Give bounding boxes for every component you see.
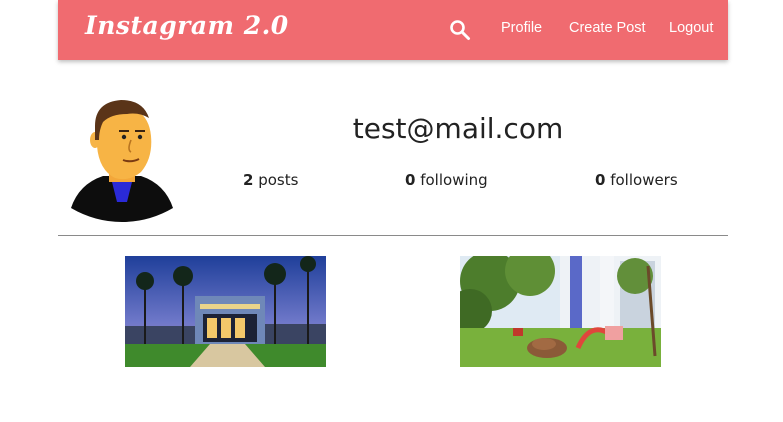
nav-create-post-link[interactable]: Create Post [569, 20, 646, 36]
navbar: Instagram 2.0 Profile Create Post Logout [58, 0, 728, 60]
following-count: 0 [405, 171, 416, 189]
stat-posts: 2 posts [243, 171, 298, 189]
nav-logout-link[interactable]: Logout [669, 20, 713, 36]
followers-count: 0 [595, 171, 606, 189]
posts-count: 2 [243, 171, 254, 189]
profile-email: test@mail.com [352, 112, 564, 145]
followers-label: followers [610, 171, 678, 189]
posts-label: posts [258, 171, 299, 189]
stat-following: 0 following [405, 171, 488, 189]
brand-logo[interactable]: Instagram 2.0 [85, 11, 289, 40]
search-icon[interactable] [448, 18, 472, 42]
divider [58, 235, 728, 236]
nav-profile-link[interactable]: Profile [501, 20, 542, 36]
avatar [71, 100, 173, 222]
stat-followers: 0 followers [595, 171, 678, 189]
post-image-1[interactable] [125, 256, 326, 367]
following-label: following [420, 171, 488, 189]
post-image-2[interactable] [460, 256, 661, 367]
